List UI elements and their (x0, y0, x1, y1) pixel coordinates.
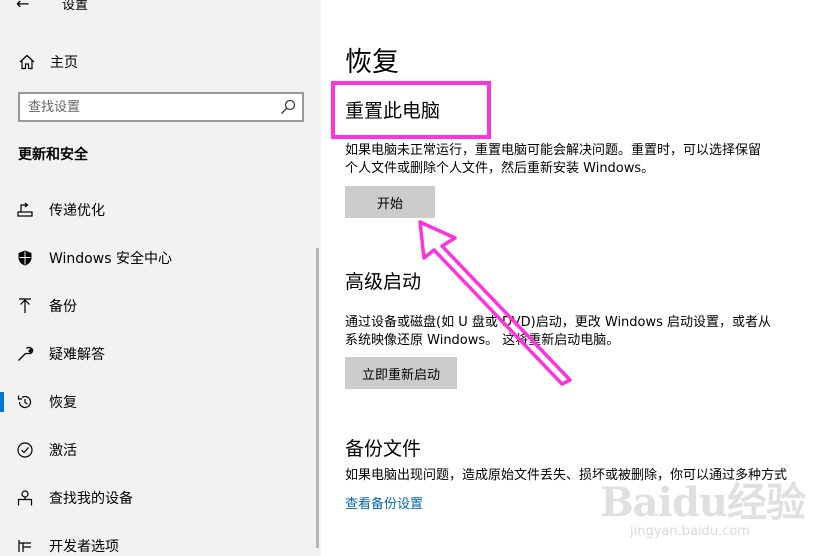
page-title: 恢复 (345, 47, 399, 78)
advanced-desc-line-2: 系统映像还原 Windows。 这将重新启动电脑。 (345, 333, 620, 348)
sidebar-item-label: Windows 安全中心 (49, 251, 172, 267)
sidebar-item-label: 传递优化 (49, 203, 105, 219)
reset-start-button[interactable]: 开始 (345, 186, 435, 218)
sidebar-item-activation[interactable]: 激活 (0, 426, 321, 474)
sidebar-item-label: 备份 (49, 299, 77, 315)
delivery-optimization-icon (16, 201, 34, 219)
backup-files-description: 如果电脑出现问题，造成原始文件丢失、损坏或被删除，你可以通过多种方式 (345, 468, 788, 483)
app-title: 设置 (62, 0, 89, 13)
title-bar: ← 设置 (0, 0, 321, 14)
sidebar-item-label: 激活 (49, 443, 77, 459)
advanced-desc-line-1: 通过设备或磁盘(如 U 盘或 DVD)启动，更改 Windows 启动设置，或者… (345, 315, 772, 330)
recovery-icon (16, 393, 34, 411)
sidebar-item-label: 开发者选项 (49, 539, 119, 555)
sidebar: ← 设置 主页 更新和安全 传递优化 Windows 安全中心 (0, 0, 321, 556)
sidebar-item-find-my-device[interactable]: 查找我的设备 (0, 474, 321, 522)
sidebar-item-troubleshoot[interactable]: 疑难解答 (0, 330, 321, 378)
sidebar-item-label: 恢复 (49, 395, 77, 411)
view-backup-settings-link[interactable]: 查看备份设置 (345, 493, 423, 512)
main-content: 恢复 重置此电脑 如果电脑未正常运行，重置电脑可能会解决问题。重置时，可以选择保… (321, 0, 819, 556)
sidebar-item-delivery-optimization[interactable]: 传递优化 (0, 186, 321, 234)
reset-desc-line-2: 个人文件或删除个人文件，然后重新安装 Windows。 (345, 161, 655, 176)
backup-arrow-icon (16, 297, 34, 315)
search-icon[interactable] (280, 99, 296, 115)
backup-files-title: 备份文件 (345, 438, 422, 460)
sidebar-item-label: 疑难解答 (49, 347, 105, 363)
shield-icon (16, 249, 34, 267)
restart-now-button[interactable]: 立即重新启动 (345, 357, 457, 389)
reset-pc-description: 如果电脑未正常运行，重置电脑可能会解决问题。重置时，可以选择保留 个人文件或删除… (345, 142, 805, 178)
nav-home[interactable]: 主页 (18, 50, 78, 74)
find-device-icon (16, 489, 34, 507)
sidebar-item-label: 查找我的设备 (49, 491, 133, 507)
section-title: 更新和安全 (18, 147, 88, 163)
sidebar-item-developer-options[interactable]: 开发者选项 (0, 522, 321, 556)
activation-check-icon (16, 441, 34, 459)
developer-icon (16, 537, 34, 555)
nav-home-label: 主页 (50, 55, 78, 71)
sidebar-scrollbar[interactable] (316, 248, 319, 548)
reset-pc-title: 重置此电脑 (345, 100, 441, 122)
advanced-startup-title: 高级启动 (345, 271, 422, 293)
wrench-icon (16, 345, 34, 363)
advanced-startup-description: 通过设备或磁盘(如 U 盘或 DVD)启动，更改 Windows 启动设置，或者… (345, 314, 805, 350)
reset-desc-line-1: 如果电脑未正常运行，重置电脑可能会解决问题。重置时，可以选择保留 (345, 143, 762, 158)
back-arrow-icon[interactable]: ← (16, 0, 29, 13)
sidebar-item-windows-security[interactable]: Windows 安全中心 (0, 234, 321, 282)
search-box[interactable] (18, 92, 304, 122)
sidebar-item-backup[interactable]: 备份 (0, 282, 321, 330)
home-icon (19, 54, 35, 70)
sidebar-item-recovery[interactable]: 恢复 (0, 378, 321, 426)
search-input[interactable] (28, 98, 278, 116)
